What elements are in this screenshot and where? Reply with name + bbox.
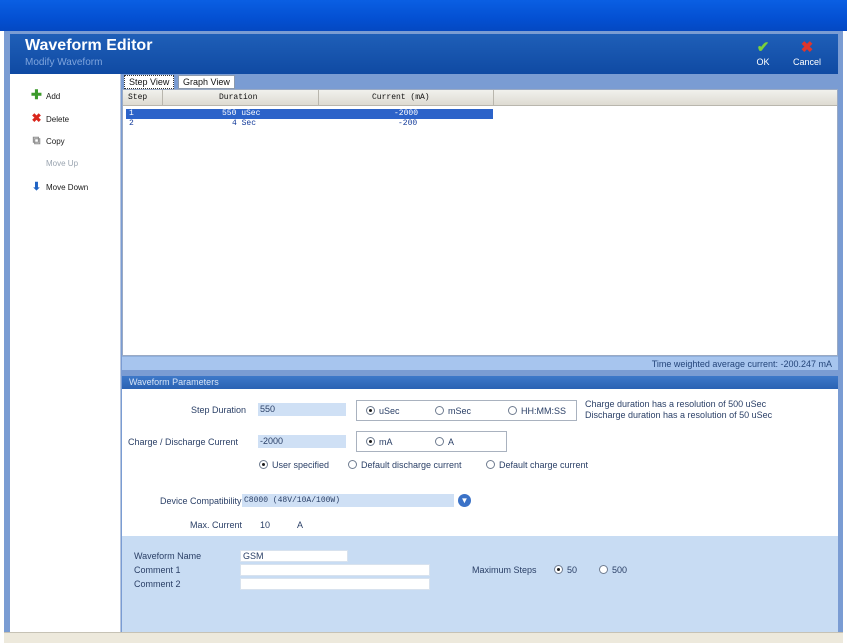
sidebar: ✚ Add ✖ Delete ⧉ Copy Move Up ⬇ Move Down [10, 74, 121, 632]
column-divider[interactable] [162, 90, 163, 106]
step-duration-label: Step Duration [191, 405, 247, 415]
page-subtitle: Modify Waveform [25, 57, 103, 68]
chevron-down-icon[interactable]: ▼ [458, 494, 471, 507]
move-down-label: Move Down [46, 183, 89, 192]
discharge-resolution-note: Discharge duration has a resolution of 5… [585, 410, 773, 420]
ok-label: OK [756, 57, 770, 67]
radio-ma[interactable]: mA [366, 437, 393, 447]
radio-max-steps-50-label: 50 [567, 565, 578, 575]
radio-default-discharge-label: Default discharge current [361, 460, 462, 470]
checkmark-icon: ✔ [756, 39, 770, 56]
current-cell: -200 [398, 119, 418, 128]
radio-default-charge[interactable]: Default charge current [486, 460, 588, 470]
average-current-text: Time weighted average current: -200.247 … [651, 359, 832, 369]
steps-table[interactable]: Step Duration Current (mA) 1 550 uSec -2… [122, 89, 838, 356]
radio-max-steps-500[interactable]: 500 [599, 565, 627, 575]
parameters-header: Waveform Parameters [122, 376, 838, 389]
comment2-label: Comment 2 [134, 579, 181, 589]
radio-hhmmss-label: HH:MM:SS [521, 406, 566, 416]
delete-label: Delete [46, 115, 70, 124]
radio-usec[interactable]: uSec [366, 406, 400, 416]
radio-icon [435, 437, 444, 446]
add-button[interactable]: ✚ Add [30, 88, 60, 102]
radio-default-discharge[interactable]: Default discharge current [348, 460, 462, 470]
radio-user-specified-label: User specified [272, 460, 330, 470]
radio-default-charge-label: Default charge current [499, 460, 589, 470]
radio-icon [599, 565, 608, 574]
comment1-label: Comment 1 [134, 565, 181, 575]
copy-button[interactable]: ⧉ Copy [30, 134, 65, 148]
table-row[interactable]: 2 4 Sec -200 [126, 119, 493, 129]
duration-cell: 550 uSec [222, 109, 261, 118]
comment1-input[interactable] [240, 564, 430, 576]
radio-msec[interactable]: mSec [435, 406, 471, 416]
step-cell: 2 [129, 119, 134, 128]
column-divider[interactable] [493, 90, 494, 106]
charge-resolution-note: Charge duration has a resolution of 500 … [585, 399, 767, 409]
column-header-current[interactable]: Current (mA) [372, 93, 430, 102]
max-current-value: 10 [260, 520, 271, 530]
waveform-name-input[interactable]: GSM [240, 550, 348, 562]
max-current-unit: A [297, 520, 304, 530]
max-current-label: Max. Current [190, 520, 243, 530]
add-icon: ✚ [31, 87, 42, 102]
duration-cell: 4 Sec [232, 119, 257, 128]
radio-icon [508, 406, 517, 415]
radio-a[interactable]: A [435, 437, 454, 447]
move-up-label: Move Up [46, 159, 79, 168]
move-up-button[interactable]: Move Up [30, 157, 78, 171]
table-row[interactable]: 1 550 uSec -2000 [126, 109, 493, 119]
radio-icon [435, 406, 444, 415]
radio-selected-icon [554, 565, 563, 574]
radio-usec-label: uSec [379, 406, 400, 416]
editor-header: Waveform Editor Modify Waveform ✔ OK ✖ C… [10, 34, 838, 74]
radio-icon [486, 460, 495, 469]
current-cell: -2000 [394, 109, 419, 118]
step-cell: 1 [129, 109, 134, 118]
tab-graph-view[interactable]: Graph View [178, 75, 235, 89]
add-label: Add [46, 92, 61, 101]
average-current-bar: Time weighted average current: -200.247 … [122, 356, 838, 370]
cancel-button[interactable]: ✖ Cancel [790, 39, 824, 67]
radio-selected-icon [366, 437, 375, 446]
comment2-input[interactable] [240, 578, 430, 590]
radio-a-label: A [448, 437, 455, 447]
radio-selected-icon [259, 460, 268, 469]
waveform-parameters-panel: Waveform Parameters Step Duration 550 uS… [122, 376, 838, 536]
current-label: Charge / Discharge Current [128, 437, 239, 447]
radio-max-steps-500-label: 500 [612, 565, 628, 575]
ok-button[interactable]: ✔ OK [746, 39, 780, 67]
waveform-info-panel: Waveform Name GSM Comment 1 Comment 2 Ma… [122, 536, 838, 632]
waveform-name-label: Waveform Name [134, 551, 202, 561]
page-title: Waveform Editor [25, 37, 153, 54]
move-down-icon: ⬇ [31, 181, 42, 193]
device-compatibility-select[interactable]: C8000 (48V/10A/100W) [242, 494, 454, 507]
step-duration-input[interactable]: 550 [258, 403, 346, 416]
delete-icon: ✖ [31, 111, 42, 125]
status-bar [4, 632, 843, 643]
move-down-button[interactable]: ⬇ Move Down [30, 180, 88, 194]
device-compatibility-label: Device Compatibility [160, 496, 242, 506]
radio-max-steps-50[interactable]: 50 [554, 565, 577, 575]
radio-user-specified[interactable]: User specified [259, 460, 329, 470]
table-header: Step Duration Current (mA) [123, 90, 837, 106]
cancel-label: Cancel [792, 57, 821, 67]
radio-hhmmss[interactable]: HH:MM:SS [508, 406, 566, 416]
column-header-duration[interactable]: Duration [219, 93, 257, 102]
tab-step-view[interactable]: Step View [124, 75, 175, 89]
radio-selected-icon [366, 406, 375, 415]
column-header-step[interactable]: Step [128, 93, 147, 102]
delete-button[interactable]: ✖ Delete [30, 111, 69, 125]
copy-icon: ⧉ [32, 135, 41, 147]
cancel-x-icon: ✖ [800, 39, 814, 56]
column-divider[interactable] [318, 90, 319, 106]
radio-msec-label: mSec [448, 406, 472, 416]
maximum-steps-label: Maximum Steps [472, 565, 537, 575]
copy-label: Copy [46, 137, 65, 146]
radio-icon [348, 460, 357, 469]
radio-ma-label: mA [379, 437, 393, 447]
current-input[interactable]: -2000 [258, 435, 346, 448]
window-title-bar[interactable] [0, 0, 847, 31]
